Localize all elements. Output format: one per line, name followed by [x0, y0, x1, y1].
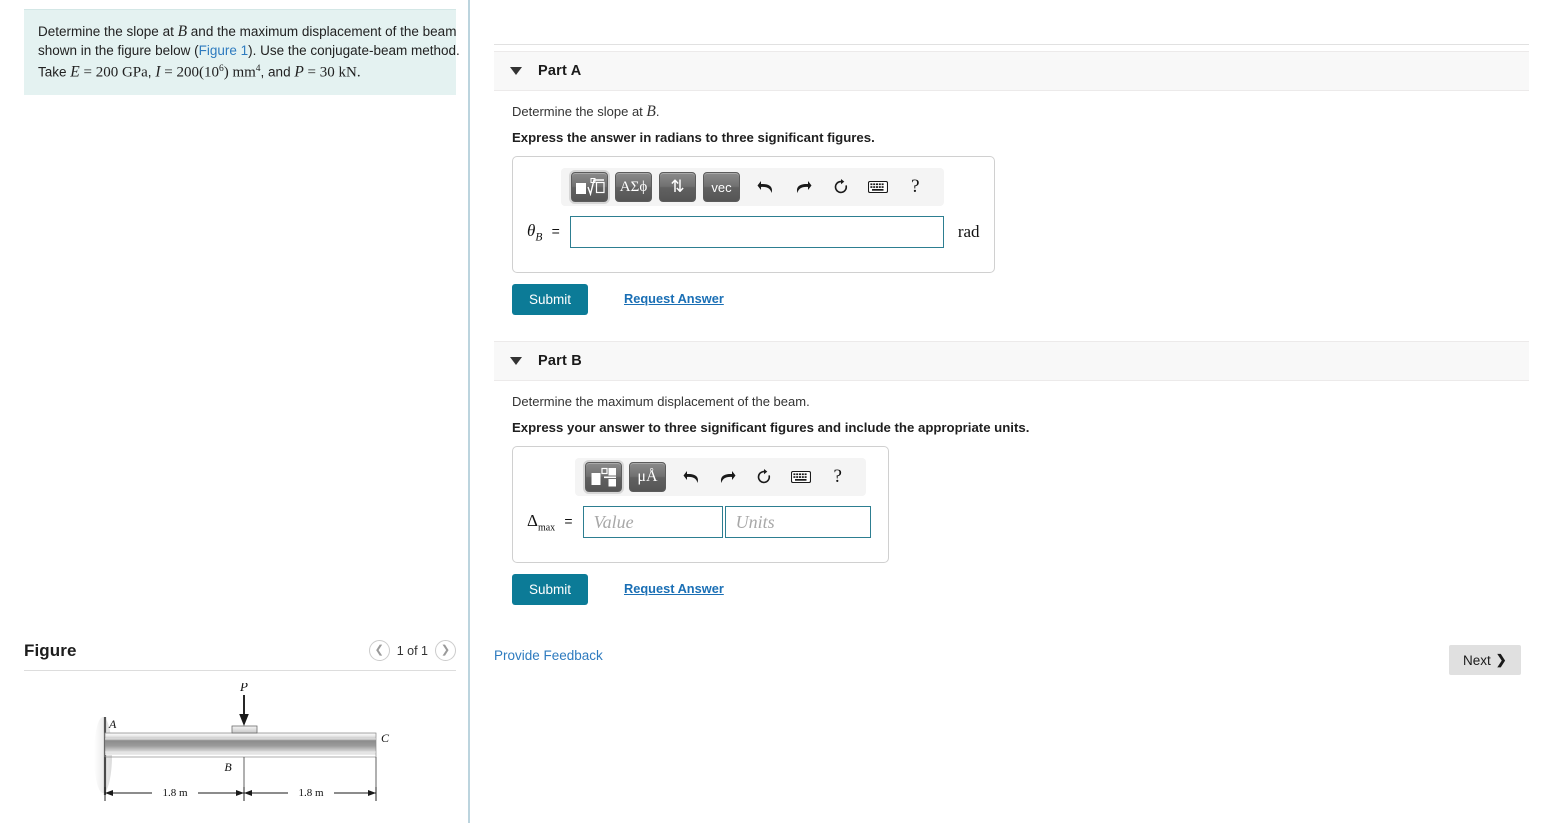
redo-icon[interactable] — [712, 462, 745, 492]
variable-b: B — [177, 23, 188, 40]
part-a-answer-input[interactable] — [569, 216, 944, 248]
subscript-max: max — [537, 522, 556, 534]
equals-sign: = — [564, 512, 573, 529]
part-b-header[interactable]: Part B — [494, 341, 1529, 381]
provide-feedback-link[interactable]: Provide Feedback — [494, 648, 603, 663]
label-a: A — [108, 717, 117, 731]
variable-p: P — [294, 63, 304, 81]
question-line-2: shown in the figure below (Figure 1). Us… — [38, 41, 460, 60]
caret-down-icon[interactable] — [510, 67, 522, 75]
figure-page-count: 1 of 1 — [396, 643, 428, 658]
units-micro-angstrom-icon[interactable]: μÅ — [629, 462, 666, 492]
value-p: = 30 kN. — [303, 64, 361, 81]
subscript-b: B — [535, 231, 543, 244]
prompt-text: . — [655, 104, 660, 119]
help-icon[interactable]: ? — [899, 172, 932, 202]
part-b-answer-row: Δmax = — [513, 496, 888, 548]
part-a-instruction: Express the answer in radians to three s… — [512, 130, 875, 145]
keyboard-icon[interactable] — [861, 172, 894, 202]
delta-symbol: Δ — [527, 510, 538, 530]
vector-icon[interactable]: vec — [703, 172, 740, 202]
redo-icon[interactable] — [786, 172, 819, 202]
beam-diagram[interactable]: P A C B 1.8 m 1.8 m — [24, 679, 456, 823]
fraction-template-icon[interactable] — [585, 462, 622, 492]
prompt-text: Determine the slope at — [512, 104, 647, 119]
dim-right-label: 1.8 m — [298, 787, 324, 799]
undo-icon[interactable] — [675, 462, 708, 492]
part-a-header[interactable]: Part A — [494, 51, 1529, 91]
figure-title: Figure — [24, 640, 77, 660]
part-a-answer-label: θB = — [527, 221, 560, 243]
chevron-right-icon[interactable]: ❯ — [435, 640, 456, 661]
question-text: shown in the figure below ( — [38, 43, 199, 58]
figure-1-link[interactable]: Figure 1 — [199, 43, 249, 58]
undo-icon[interactable] — [749, 172, 782, 202]
keyboard-icon[interactable] — [785, 462, 818, 492]
dim-left-label: 1.8 m — [162, 787, 188, 799]
question-text: Take — [38, 64, 71, 80]
part-a-unit-label: rad — [957, 222, 980, 241]
part-b-units-input[interactable] — [724, 506, 871, 538]
part-a-label: Part A — [538, 63, 582, 79]
part-a-answer-row: θB = rad — [513, 206, 994, 258]
question-text: Determine the slope at — [38, 24, 178, 39]
part-b-request-answer-link[interactable]: Request Answer — [624, 581, 724, 596]
part-b-math-toolbar: μÅ ? — [575, 458, 866, 496]
left-panel: Determine the slope at B and the maximum… — [0, 0, 470, 823]
help-icon[interactable]: ? — [821, 462, 854, 492]
part-a-submit-button[interactable]: Submit — [512, 284, 589, 315]
top-divider — [494, 44, 1529, 45]
part-b-submit-button[interactable]: Submit — [512, 574, 589, 605]
label-b: B — [224, 760, 232, 774]
value-i: = 200(10 — [160, 64, 219, 81]
arrows-updown-icon[interactable]: ⇅ — [659, 172, 696, 202]
page-root: Determine the slope at B and the maximum… — [0, 0, 1552, 823]
next-button-label: Next — [1463, 652, 1491, 668]
part-a-prompt: Determine the slope at B. — [512, 103, 660, 121]
figure-section: Figure ❮ 1 of 1 ❯ P A C B 1.8 m 1.8 m — [24, 640, 456, 823]
sqrt-template-icon[interactable] — [571, 172, 608, 202]
next-button[interactable]: Next ❯ — [1449, 645, 1521, 675]
question-text: ). Use the conjugate-beam method. — [248, 43, 460, 58]
variable-e: E — [70, 63, 80, 81]
variable-b: B — [646, 103, 656, 120]
part-a-math-toolbar: ΑΣϕ ⇅ vec ? — [561, 168, 944, 206]
caret-down-icon[interactable] — [510, 357, 522, 365]
chevron-left-icon[interactable]: ❮ — [368, 640, 390, 661]
part-b-answer-box: μÅ ? Δmax = — [512, 446, 889, 563]
fraction-glyph — [591, 467, 616, 487]
figure-header: Figure ❮ 1 of 1 ❯ — [24, 640, 456, 671]
right-panel: Part A Determine the slope at B. Express… — [472, 0, 1552, 823]
question-statement: Determine the slope at B and the maximum… — [24, 9, 460, 95]
question-line-1: Determine the slope at B and the maximum… — [38, 22, 456, 41]
part-a-request-answer-link[interactable]: Request Answer — [624, 291, 724, 306]
chevron-right-icon: ❯ — [1495, 652, 1507, 667]
reset-icon[interactable] — [748, 462, 781, 492]
part-b-answer-label: Δmax = — [527, 511, 573, 533]
greek-symbols-icon[interactable]: ΑΣϕ — [615, 172, 652, 202]
part-b-instruction: Express your answer to three significant… — [512, 420, 1030, 435]
value-e: = 200 GPa — [79, 64, 148, 81]
question-text: and the maximum displacement of the beam — [187, 24, 457, 39]
label-c: C — [381, 731, 390, 745]
part-b-value-input[interactable] — [582, 506, 723, 538]
value-i-unit: ) mm — [223, 64, 256, 81]
question-line-3: Take E = 200 GPa, I = 200(106) mm4, and … — [38, 60, 442, 83]
part-b-label: Part B — [538, 353, 582, 369]
part-b-prompt: Determine the maximum displacement of th… — [512, 394, 810, 409]
equals-sign: = — [551, 222, 560, 239]
figure-navigation: ❮ 1 of 1 ❯ — [368, 640, 456, 661]
reset-icon[interactable] — [824, 172, 857, 202]
part-a-answer-box: ΑΣϕ ⇅ vec ? θB = rad — [512, 156, 995, 273]
label-p: P — [239, 683, 248, 694]
beam-diagram-svg: P A C B 1.8 m 1.8 m — [94, 679, 390, 801]
sqrt-glyph — [575, 178, 605, 196]
question-text: , and — [260, 64, 295, 80]
